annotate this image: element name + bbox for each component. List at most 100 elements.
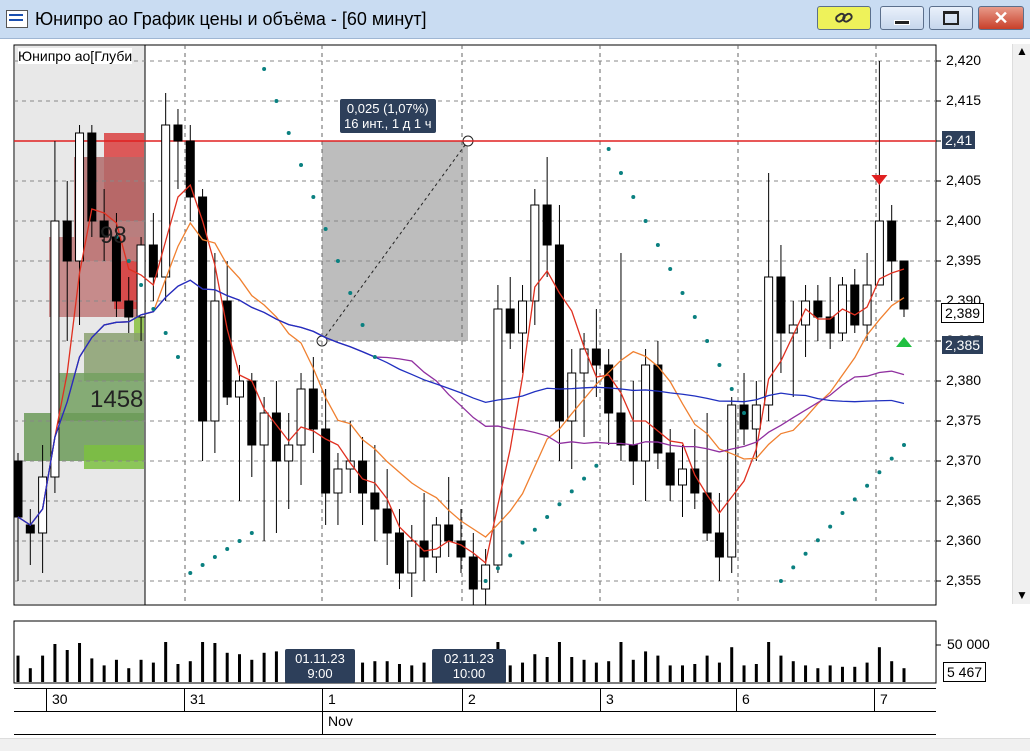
sar-dot bbox=[655, 243, 660, 247]
candle-body bbox=[591, 348, 601, 366]
date-label-3: 3 bbox=[606, 691, 614, 707]
sar-dot bbox=[594, 463, 599, 468]
candle-body bbox=[653, 364, 663, 454]
volume-current-box: 5 467 bbox=[943, 662, 987, 682]
candle-body bbox=[235, 380, 244, 398]
maximize-button[interactable] bbox=[929, 6, 973, 30]
candle-body bbox=[382, 508, 392, 534]
link-button[interactable] bbox=[817, 6, 871, 30]
sar-dot bbox=[557, 502, 562, 507]
sar-dot bbox=[606, 147, 611, 151]
volume-profile-bottom-label: 1458 bbox=[90, 386, 144, 413]
sar-dot bbox=[360, 323, 365, 327]
candle-body bbox=[13, 460, 23, 518]
sar-dot bbox=[582, 476, 587, 481]
candle-body bbox=[38, 476, 48, 534]
candle-body bbox=[628, 444, 638, 462]
chart-overlay-label: Юнипро ао[Глуби bbox=[18, 48, 133, 64]
sar-dot bbox=[569, 489, 574, 494]
candle-body bbox=[776, 276, 786, 334]
sar-dot bbox=[865, 483, 870, 488]
candle-body bbox=[801, 300, 811, 326]
minimize-button[interactable] bbox=[880, 6, 924, 30]
vertical-scrollbar[interactable]: ▲ ▼ bbox=[1012, 44, 1030, 604]
candle-body bbox=[370, 492, 380, 510]
sar-dot bbox=[680, 291, 685, 295]
date-label-31: 31 bbox=[190, 691, 206, 707]
date-label-6: 6 bbox=[742, 691, 750, 707]
sar-dot bbox=[335, 259, 340, 263]
time-tag-2-date: 02.11.23 bbox=[444, 651, 494, 666]
sar-dot bbox=[175, 355, 180, 359]
sar-dot bbox=[877, 470, 882, 475]
sar-dot bbox=[840, 511, 845, 515]
chart-app-icon bbox=[6, 10, 28, 28]
time-tag-1-date: 01.11.23 bbox=[295, 651, 345, 666]
candle-body bbox=[481, 564, 491, 590]
sar-dot bbox=[311, 195, 316, 199]
date-label-7: 7 bbox=[880, 691, 888, 707]
chain-link-icon bbox=[835, 12, 853, 23]
price-axis-label: 2,375 bbox=[946, 412, 982, 428]
candle-body bbox=[136, 244, 146, 318]
price-axis-label: 2,370 bbox=[946, 452, 982, 468]
date-label-2: 2 bbox=[468, 691, 476, 707]
price-chart-svg[interactable] bbox=[0, 39, 1030, 750]
month-label: Nov bbox=[328, 713, 353, 729]
volume-profile-bar-8 bbox=[84, 445, 144, 469]
month-axis: Nov bbox=[14, 710, 936, 735]
candle-body bbox=[813, 300, 823, 318]
sar-dot bbox=[508, 553, 513, 558]
sar-dot bbox=[643, 219, 648, 223]
sar-dot bbox=[163, 331, 168, 335]
candle-body bbox=[899, 260, 909, 310]
sar-dot bbox=[828, 524, 833, 529]
sar-dot bbox=[495, 566, 500, 571]
close-button[interactable]: ✕ bbox=[978, 6, 1024, 30]
sar-dot bbox=[372, 355, 377, 359]
sar-dot bbox=[742, 411, 747, 415]
candle-body bbox=[665, 452, 675, 486]
sar-dot bbox=[139, 283, 144, 287]
candle-body bbox=[210, 300, 220, 422]
sar-dot bbox=[815, 538, 820, 543]
candle-body bbox=[641, 364, 651, 462]
price-axis-label: 2,400 bbox=[946, 212, 982, 228]
candle-body bbox=[727, 404, 737, 558]
date-label-30: 30 bbox=[52, 691, 68, 707]
scroll-up-icon[interactable]: ▲ bbox=[1013, 44, 1030, 58]
sar-dot bbox=[323, 227, 328, 231]
volume-profile-top-label: 98 bbox=[100, 222, 127, 249]
price-axis-label: 2,415 bbox=[946, 92, 982, 108]
chart-area[interactable]: Юнипро ао[Глуби 0,025 (1,07%) 16 инт., 1… bbox=[0, 39, 1030, 750]
candle-body bbox=[874, 220, 884, 286]
candle-body bbox=[247, 380, 257, 446]
candle-body bbox=[616, 412, 626, 446]
candle-body bbox=[764, 276, 774, 406]
sar-dot bbox=[286, 131, 291, 135]
sar-dot bbox=[692, 315, 697, 319]
sar-dot bbox=[545, 515, 550, 519]
price-axis-label: 2,365 bbox=[946, 492, 982, 508]
candle-body bbox=[161, 124, 171, 278]
candle-body bbox=[862, 284, 872, 326]
measure-change: 0,025 (1,07%) bbox=[346, 101, 429, 116]
measure-duration: 16 инт., 1 д 1 ч bbox=[344, 116, 432, 131]
candle-body bbox=[468, 556, 478, 590]
sar-dot bbox=[532, 527, 537, 532]
candle-body bbox=[124, 300, 134, 318]
sar-dot bbox=[520, 540, 525, 545]
sar-dot bbox=[212, 555, 217, 559]
sar-dot bbox=[668, 267, 673, 271]
time-tag-2: 02.11.23 10:00 bbox=[432, 649, 506, 683]
sar-dot bbox=[618, 171, 623, 175]
minimize-icon bbox=[894, 19, 910, 25]
price-axis-label: 2,355 bbox=[946, 572, 982, 588]
candle-body bbox=[887, 220, 897, 262]
current-price-box: 2,389 bbox=[941, 303, 985, 323]
time-tag-1-time: 9:00 bbox=[307, 666, 333, 681]
horizontal-scrollbar[interactable] bbox=[0, 738, 1030, 751]
sar-dot bbox=[237, 539, 242, 543]
scroll-down-icon[interactable]: ▼ bbox=[1013, 588, 1030, 602]
candle-body bbox=[678, 468, 687, 486]
